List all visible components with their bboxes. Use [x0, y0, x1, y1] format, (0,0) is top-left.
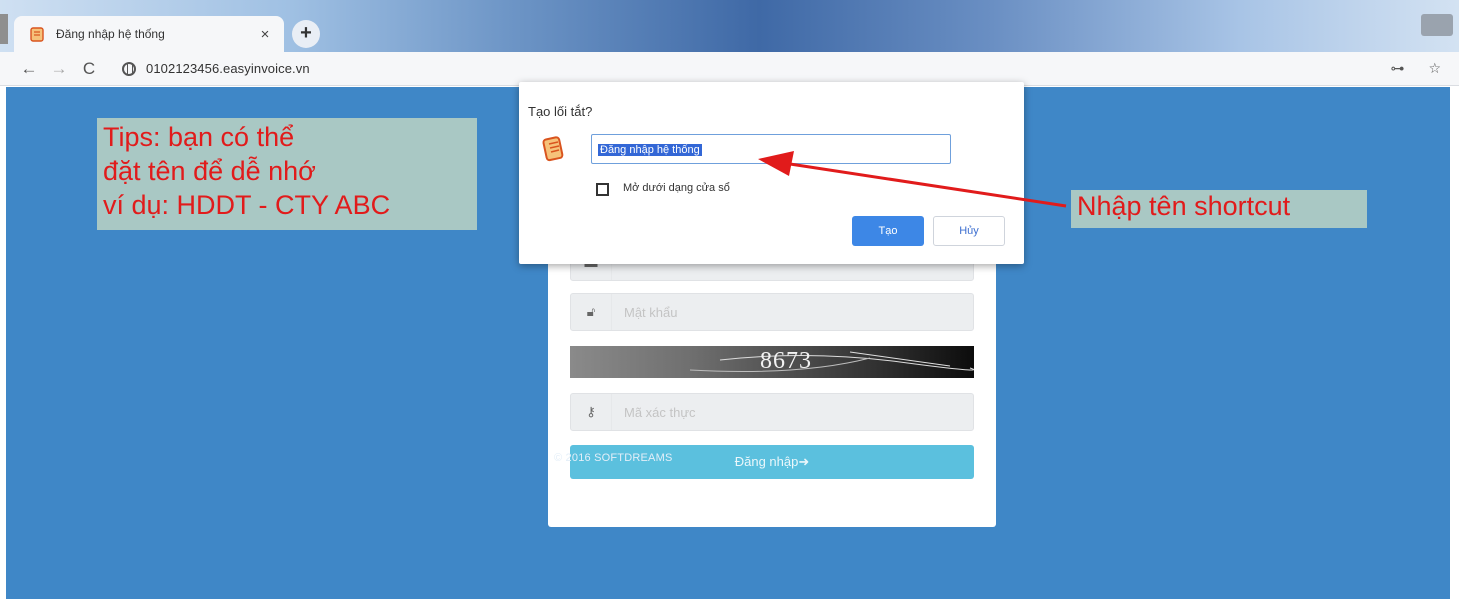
screenshot: Đăng nhập hệ thống × + ← → C 0102123456.… — [0, 0, 1459, 602]
arrow-annotation — [758, 151, 1067, 208]
